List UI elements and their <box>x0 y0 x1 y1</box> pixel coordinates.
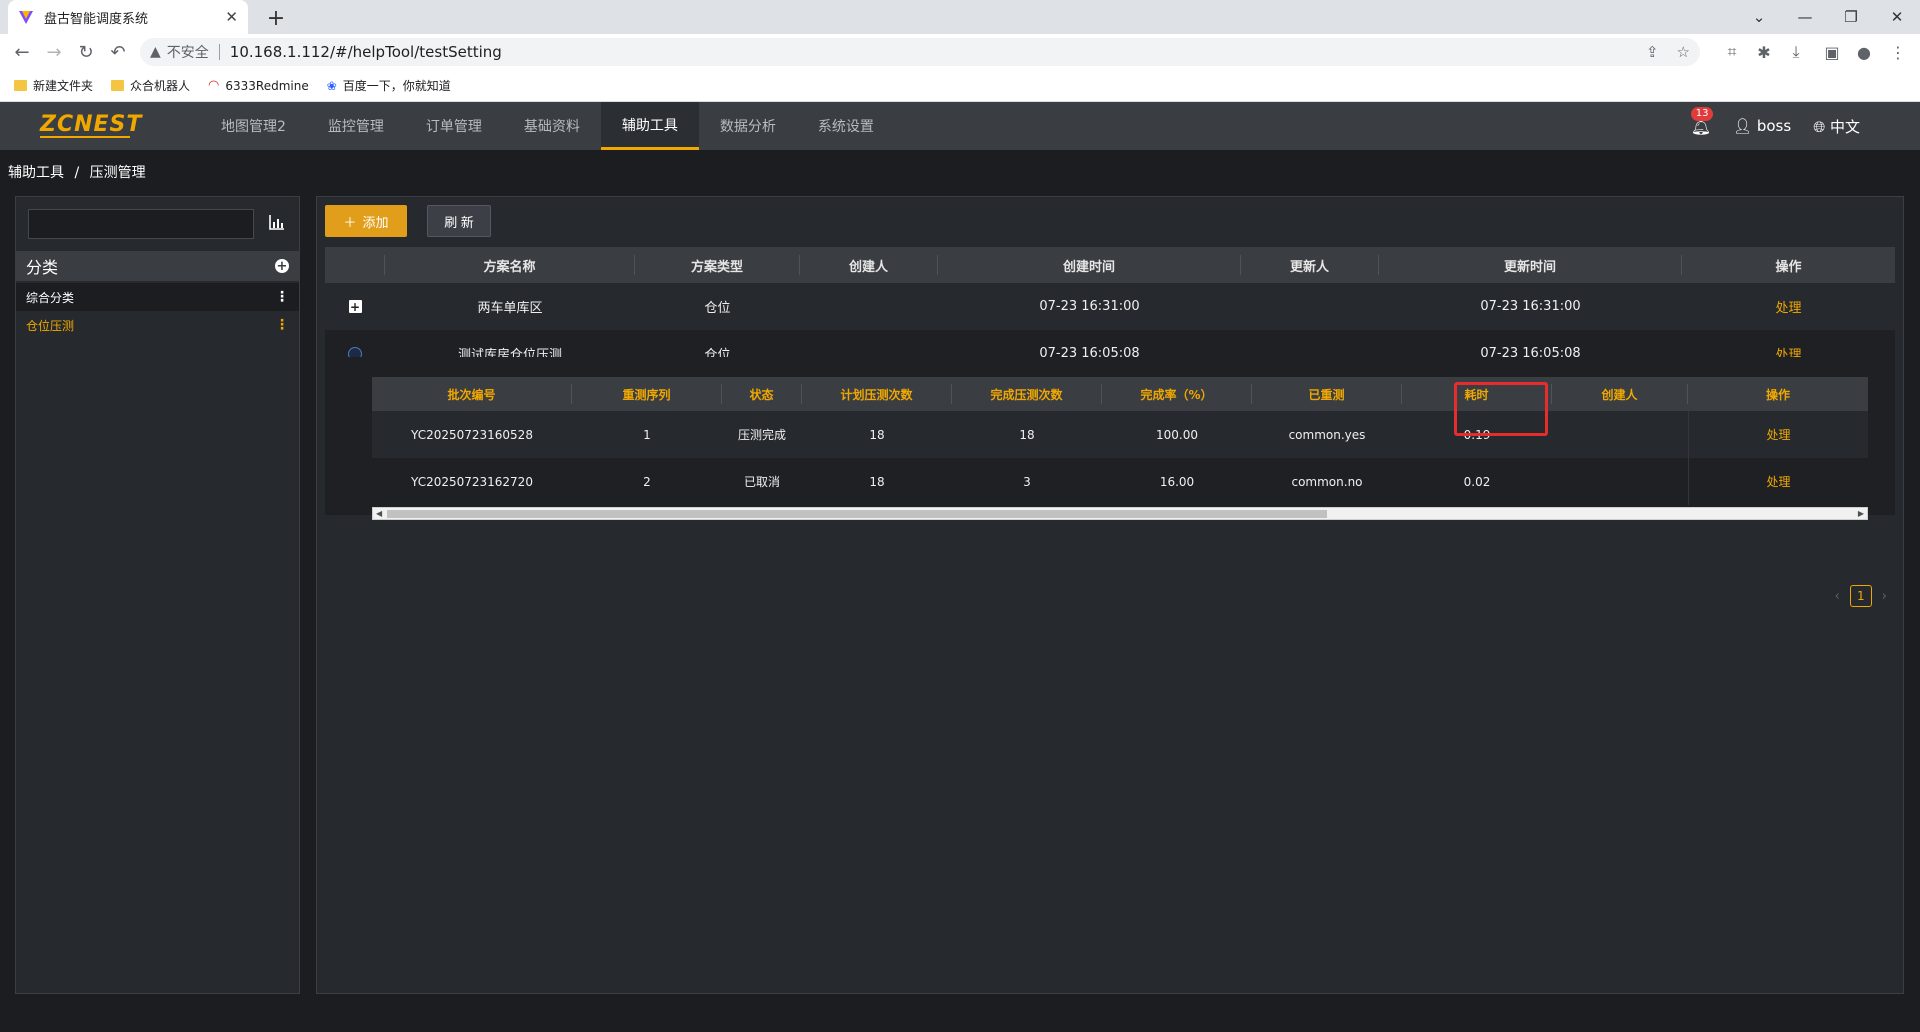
close-tab-icon[interactable]: ✕ <box>225 8 238 26</box>
user-menu[interactable]: 👤︎ boss <box>1733 117 1791 135</box>
restore-icon[interactable]: ❐ <box>1828 0 1874 34</box>
plus-icon: ＋ <box>343 214 357 230</box>
batch-table-header: 批次编号 重测序列 状态 计划压测次数 完成压测次数 完成率（%） 已重测 耗时… <box>372 377 1868 411</box>
new-tab-button[interactable]: + <box>262 4 290 32</box>
browser-toolbar: ← → ↻ ↶ ▲ 不安全 10.168.1.112/#/helpTool/te… <box>0 34 1920 70</box>
back-icon[interactable]: ← <box>8 39 36 65</box>
category-panel: 分类 + 综合分类 ⋮ 仓位压测 ⋮ <box>15 196 300 994</box>
more-vertical-icon[interactable]: ⋮ <box>275 289 289 305</box>
next-page-icon[interactable]: › <box>1882 589 1887 604</box>
col-creator: 创建人 <box>800 255 938 275</box>
batch-table: 批次编号 重测序列 状态 计划压测次数 完成压测次数 完成率（%） 已重测 耗时… <box>372 377 1868 505</box>
col-updated-time: 更新时间 <box>1379 255 1682 275</box>
category-header: 分类 + <box>16 251 299 281</box>
pagination: ‹ 1 › <box>1835 585 1887 607</box>
app-favicon-icon <box>19 11 33 24</box>
table-row: YC20250723162720 2 已取消 18 3 16.00 common… <box>372 458 1868 505</box>
page-current[interactable]: 1 <box>1849 585 1872 607</box>
menu-data-analysis[interactable]: 数据分析 <box>699 102 797 150</box>
main-menu: 地图管理2 监控管理 订单管理 基础资料 辅助工具 数据分析 系统设置 <box>200 102 895 150</box>
scroll-right-icon[interactable]: ▶ <box>1858 508 1864 519</box>
folder-icon <box>14 80 27 91</box>
folder-icon <box>111 80 125 91</box>
refresh-button[interactable]: 刷 新 <box>427 205 491 237</box>
bookmark-item[interactable]: 新建文件夹 <box>14 77 93 94</box>
category-item-location-test[interactable]: 仓位压测 ⋮ <box>16 311 299 339</box>
col-plan-type: 方案类型 <box>635 255 800 275</box>
profile-icon[interactable]: ● <box>1852 40 1876 64</box>
process-link[interactable]: 处理 <box>1682 283 1895 330</box>
undo-icon[interactable]: ↶ <box>104 39 132 65</box>
minimize-icon[interactable]: — <box>1782 0 1828 34</box>
menu-orders[interactable]: 订单管理 <box>405 102 503 150</box>
notification-badge: 13 <box>1690 106 1714 121</box>
category-title: 分类 <box>26 258 59 277</box>
menu-basic-data[interactable]: 基础资料 <box>503 102 601 150</box>
plan-table-header: 方案名称 方案类型 创建人 创建时间 更新人 更新时间 操作 <box>325 247 1895 283</box>
more-vertical-icon[interactable]: ⋮ <box>275 317 289 333</box>
col-updater: 更新人 <box>1241 255 1379 275</box>
user-icon: 👤︎ <box>1733 117 1753 135</box>
breadcrumb-separator: / <box>74 165 80 181</box>
col-actions: 操作 <box>1775 259 1802 275</box>
close-window-icon[interactable]: ✕ <box>1874 0 1920 34</box>
prev-page-icon[interactable]: ‹ <box>1835 589 1840 604</box>
browser-tabbar: 盘古智能调度系统 ✕ + ⌄ — ❐ ✕ <box>0 0 1920 34</box>
add-button[interactable]: ＋添加 <box>325 205 407 237</box>
reload-icon[interactable]: ↻ <box>72 39 100 65</box>
address-bar[interactable]: ▲ 不安全 10.168.1.112/#/helpTool/testSettin… <box>140 38 1700 66</box>
horizontal-scrollbar[interactable]: ◀ ▶ <box>372 507 1868 520</box>
app-logo[interactable]: ZCNEST <box>40 112 142 137</box>
forward-icon[interactable]: → <box>40 39 68 65</box>
menu-settings[interactable]: 系统设置 <box>797 102 895 150</box>
more-icon[interactable]: ⋮ <box>1886 40 1910 64</box>
process-link[interactable]: 处理 <box>1688 458 1868 505</box>
scroll-left-icon[interactable]: ◀ <box>376 508 382 519</box>
sidepanel-icon[interactable]: ▣ <box>1820 40 1844 64</box>
breadcrumb-item[interactable]: 辅助工具 <box>8 165 64 181</box>
browser-tab[interactable]: 盘古智能调度系统 ✕ <box>8 0 248 34</box>
table-row: YC20250723160528 1 压测完成 18 18 100.00 com… <box>372 411 1868 458</box>
add-category-icon[interactable]: + <box>275 259 289 274</box>
bookmark-item[interactable]: ❀ 百度一下，你就知道 <box>327 77 451 94</box>
share-icon[interactable]: ⇪ <box>1646 43 1659 61</box>
globe-icon: 🌐︎ <box>1813 117 1826 136</box>
tab-search-icon[interactable]: ⌄ <box>1736 0 1782 34</box>
notification-bell-icon[interactable]: 🔔︎ 13 <box>1690 106 1714 136</box>
breadcrumb: 辅助工具 / 压测管理 <box>8 162 152 182</box>
bookmark-item[interactable]: 众合机器人 <box>111 77 190 94</box>
main-panel: ＋添加 刷 新 方案名称 方案类型 创建人 创建时间 更新人 更新时间 操作 +… <box>316 196 1904 994</box>
table-row: + 两车单库区 仓位 07-23 16:31:00 07-23 16:31:00… <box>325 283 1895 330</box>
highlight-box <box>1454 382 1548 436</box>
expand-icon[interactable]: + <box>348 300 362 313</box>
breadcrumb-current: 压测管理 <box>89 165 146 181</box>
category-search-input[interactable] <box>28 209 254 239</box>
col-plan-name: 方案名称 <box>385 255 635 275</box>
warning-icon: ▲ <box>150 44 161 60</box>
redmine-icon: ◠ <box>208 78 220 93</box>
language-switch[interactable]: 🌐︎ 中文 <box>1813 116 1860 137</box>
app-header: ZCNEST 地图管理2 监控管理 订单管理 基础资料 辅助工具 数据分析 系统… <box>0 102 1920 150</box>
star-icon[interactable]: ☆ <box>1677 43 1690 61</box>
tab-title: 盘古智能调度系统 <box>44 11 149 27</box>
category-item-general[interactable]: 综合分类 ⋮ <box>16 283 299 311</box>
bookmark-item[interactable]: ◠ 6333Redmine <box>208 78 309 93</box>
baidu-icon: ❀ <box>326 78 337 93</box>
crop-icon[interactable]: ⌗ <box>1720 40 1744 64</box>
bar-chart-icon[interactable] <box>268 213 288 233</box>
col-created-time: 创建时间 <box>938 255 1241 275</box>
menu-monitor[interactable]: 监控管理 <box>307 102 405 150</box>
batch-subtable-container: 批次编号 重测序列 状态 计划压测次数 完成压测次数 完成率（%） 已重测 耗时… <box>325 357 1895 520</box>
bookmarks-bar: 新建文件夹 众合机器人 ◠ 6333Redmine ❀ 百度一下，你就知道 <box>0 70 1920 102</box>
process-link[interactable]: 处理 <box>1688 411 1868 458</box>
url-text[interactable]: 10.168.1.112/#/helpTool/testSetting <box>230 43 502 61</box>
menu-map[interactable]: 地图管理2 <box>200 102 307 150</box>
extensions-icon[interactable]: ✱ <box>1752 40 1776 64</box>
security-label: 不安全 <box>166 45 209 61</box>
menu-aux-tools[interactable]: 辅助工具 <box>600 102 699 150</box>
download-icon[interactable]: ⤓ <box>1784 40 1808 64</box>
scrollbar-thumb[interactable] <box>387 510 1327 518</box>
